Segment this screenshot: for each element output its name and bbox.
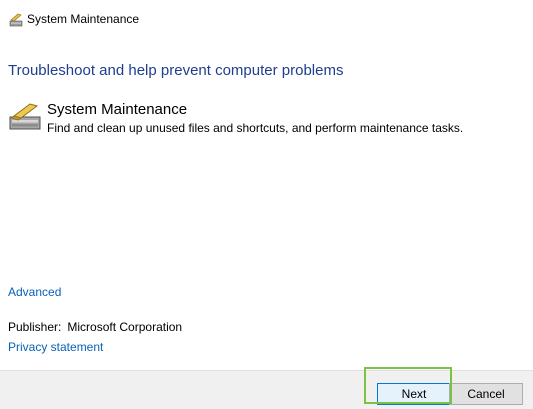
publisher-info: Publisher: Microsoft Corporation [8,320,182,334]
task-item: System Maintenance Find and clean up unu… [8,101,523,135]
advanced-link[interactable]: Advanced [8,285,61,299]
page-headline: Troubleshoot and help prevent computer p… [8,62,344,79]
publisher-label: Publisher: [8,320,62,334]
publisher-value: Microsoft Corporation [67,320,183,334]
cancel-button[interactable]: Cancel [449,383,523,405]
task-description: Find and clean up unused files and short… [47,121,464,135]
system-maintenance-icon [9,103,41,130]
system-maintenance-icon [9,13,23,27]
next-button[interactable]: Next [377,383,451,405]
footer-bar: Next Cancel [0,370,533,409]
task-title: System Maintenance [47,101,188,118]
window-title: System Maintenance [27,12,140,26]
title-bar: System Maintenance [0,0,533,40]
privacy-statement-link[interactable]: Privacy statement [8,340,103,354]
